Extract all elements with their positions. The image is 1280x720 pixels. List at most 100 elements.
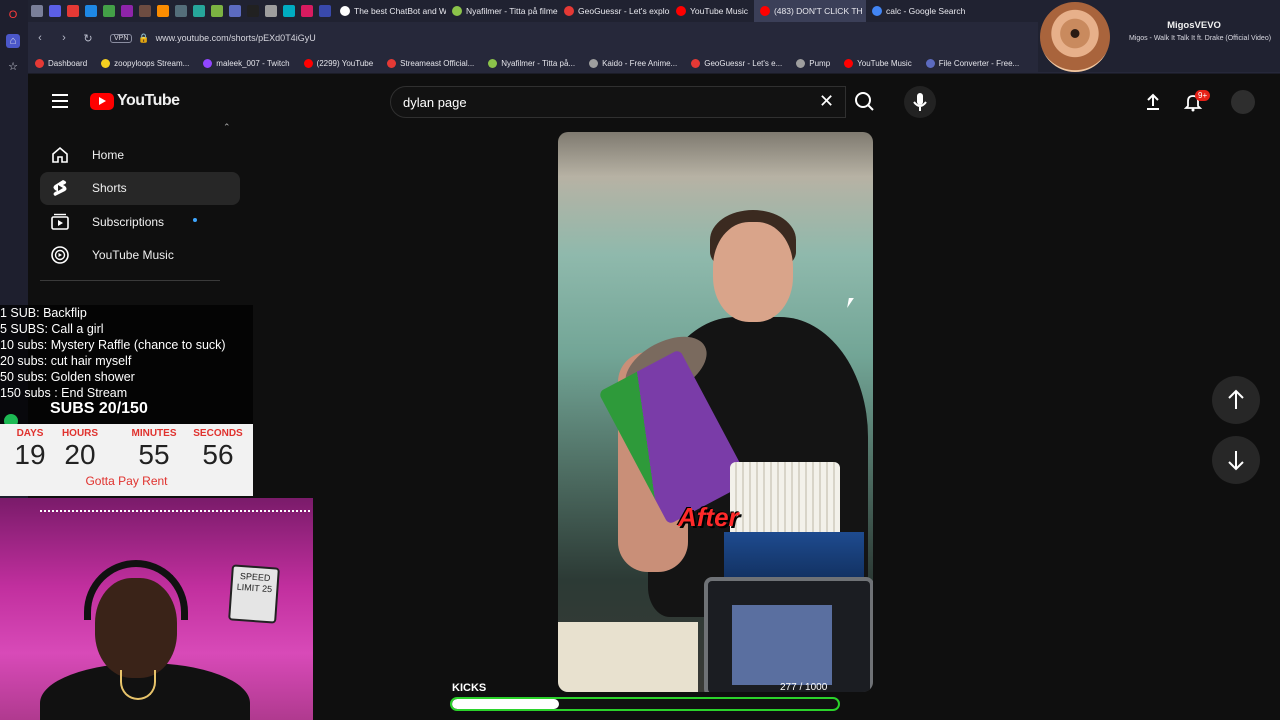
browser-tab-active[interactable]: (483) DON'T CLICK TH [753,0,866,22]
pinned-tab-icon[interactable] [193,5,205,17]
back-icon[interactable]: ‹ [28,32,52,44]
bookmark-item[interactable]: Dashboard [35,59,87,68]
hours-label: HOURS [61,428,99,439]
search-button[interactable] [846,86,884,118]
pinned-tab-icon[interactable] [103,5,115,17]
pinned-tab-icon[interactable] [49,5,61,17]
browser-tab[interactable]: GeoGuessr - Let's explore [558,0,670,22]
url-field[interactable]: www.youtube.com/shorts/pEXd0T4iGyU [156,33,316,43]
bookmark-label: YouTube Music [857,59,912,68]
tab-favicon-icon [452,6,462,16]
bookmark-item[interactable]: File Converter - Free... [925,59,1019,68]
goal-line: 5 SUBS: Call a girl [0,322,104,336]
pinned-tab-icon[interactable] [157,5,169,17]
bookmark-item[interactable]: Nyafilmer - Titta på... [488,59,575,68]
bookmark-item[interactable]: YouTube Music [844,59,912,68]
video-scene-counter [558,622,698,692]
bookmark-label: Dashboard [48,59,88,68]
minutes-label: MINUTES [131,428,177,439]
create-button[interactable] [1143,92,1163,112]
tab-label: YouTube Music [690,6,748,16]
bookmark-favicon-icon [35,59,44,68]
sidebar-item-subscriptions[interactable]: Subscriptions [40,205,240,238]
bookmark-item[interactable]: GeoGuessr - Let's e... [691,59,782,68]
browser-tab[interactable]: The best ChatBot and Wi [334,0,446,22]
youtube-music-icon [51,246,69,264]
notification-badge: 9+ [1195,90,1211,101]
speed-limit-sign: SPEED LIMIT 25 [228,564,280,624]
tab-favicon-icon [759,6,770,16]
reload-icon[interactable]: ↻ [76,32,100,45]
sidebar-item-label: Home [92,147,125,162]
bookmark-label: Kaido - Free Anime... [602,59,678,68]
youtube-logo[interactable]: YouTube [90,92,180,110]
minutes-value: 55 [138,439,170,470]
clear-search-icon[interactable]: ✕ [819,91,834,112]
bookmark-label: Streameast Official... [400,59,475,68]
speed-limit-sign-text: SPEED LIMIT 25 [236,570,273,595]
now-playing-widget[interactable]: MigosVEVO Migos - Walk It Talk It ft. Dr… [1038,0,1280,72]
sidebar-item-shorts[interactable]: Shorts [40,171,240,205]
sidebar: Home Shorts Subscriptions YouTube Music [40,138,240,272]
bookmark-item[interactable]: Streameast Official... [387,59,474,68]
video-caption: After [678,502,739,532]
bookmark-item[interactable]: Pump [796,59,830,68]
goal-line: 1 SUB: Backflip [0,306,87,320]
bookmark-item[interactable]: (2299) YouTube [303,59,373,68]
browser-tab[interactable]: YouTube Music [670,0,754,22]
bookmark-favicon-icon [203,59,213,68]
browser-tab[interactable]: calc - Google Search [866,0,971,22]
pinned-tab-icon[interactable] [139,5,151,17]
sidebar-item-label: Shorts [92,181,127,195]
chevron-up-icon[interactable]: ⌃ [223,122,231,133]
string-lights [40,510,310,516]
pinned-tab-icon[interactable] [175,5,187,17]
kicks-progress-fill [452,699,559,709]
bookmark-favicon-icon [925,59,935,68]
pinned-tab-icon[interactable] [301,5,313,17]
shorts-icon [53,180,67,196]
bookmark-label: maleek_007 - Twitch [216,59,290,68]
pinned-tab-icon[interactable] [319,5,331,17]
next-short-button[interactable] [1212,436,1260,484]
kicks-count: 277 / 1000 [780,682,828,693]
shorts-video-player[interactable]: After [558,132,873,692]
headphones-icon [84,560,188,620]
tab-label: calc - Google Search [885,6,966,16]
pinned-tab-icon[interactable] [229,5,241,17]
bookmark-label: GeoGuessr - Let's e... [704,59,783,68]
sidebar-item-home[interactable]: Home [40,138,240,171]
home-icon[interactable]: ⌂ [6,34,20,48]
bookmark-label: Nyafilmer - Titta på... [501,59,576,68]
bookmark-item[interactable]: zoopyloops Stream... [101,59,189,68]
forward-icon[interactable]: › [52,32,76,44]
pinned-tab-icon[interactable] [247,5,259,17]
opera-logo-icon[interactable]: O [6,8,20,22]
menu-icon[interactable] [52,94,68,108]
pinned-tab-icon[interactable] [85,5,97,17]
pinned-tab-icon[interactable] [283,5,295,17]
pinned-tab-icon[interactable] [67,5,79,17]
pinned-tab-icon[interactable] [211,5,223,17]
browser-tab[interactable]: Nyafilmer - Titta på filmer [446,0,558,22]
pinned-tab-icon[interactable] [265,5,277,17]
bookmark-favicon-icon [589,59,599,68]
pinned-tab-icon[interactable] [31,5,43,17]
sidebar-item-youtube-music[interactable]: YouTube Music [40,239,240,272]
tab-label: GeoGuessr - Let's explore [578,6,670,16]
goal-line: 10 subs: Mystery Raffle (chance to suck) [0,338,226,352]
previous-short-button[interactable] [1212,376,1260,424]
search-input[interactable]: dylan page [403,95,467,110]
new-content-dot [193,218,197,222]
goal-line: 50 subs: Golden shower [0,370,135,384]
search-box[interactable]: dylan page ✕ [390,86,846,118]
bookmark-icon[interactable]: ☆ [6,60,20,74]
avatar[interactable] [1231,90,1255,114]
bookmark-item[interactable]: Kaido - Free Anime... [589,59,677,68]
pinned-tab-icon[interactable] [121,5,133,17]
tab-label: (483) DON'T CLICK TH [773,6,863,16]
voice-search-button[interactable] [904,86,936,118]
youtube-play-icon [90,92,114,110]
bookmark-item[interactable]: maleek_007 - Twitch [203,59,290,68]
vpn-badge[interactable]: VPN [110,33,133,43]
